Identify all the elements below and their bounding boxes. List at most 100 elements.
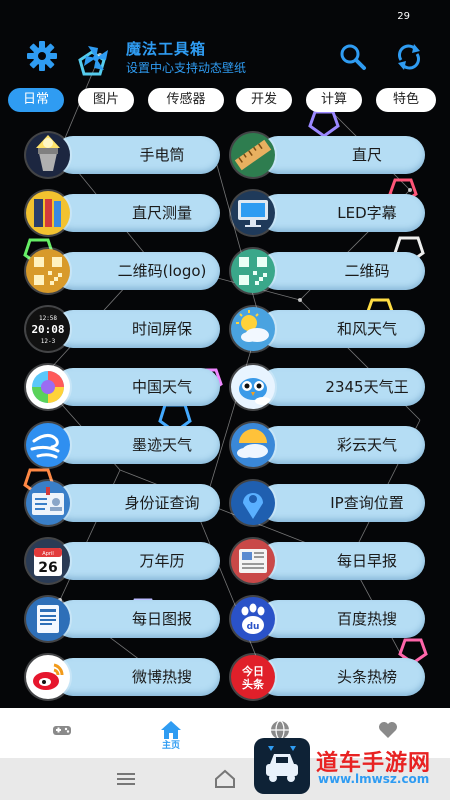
flashlight-icon: [26, 133, 70, 177]
tool-label: LED字幕: [337, 204, 397, 222]
tool-label: 头条热榜: [336, 668, 397, 686]
tool-qrcode[interactable]: 二维码: [231, 249, 427, 293]
cloud-sun-icon: [231, 423, 275, 467]
gear-icon: [27, 41, 57, 71]
tool-pill: 每日早报: [259, 542, 425, 580]
tool-label: 中国天气: [131, 378, 192, 396]
tool-label: 时间屏保: [131, 320, 192, 338]
tool-label: 直尺测量: [131, 204, 192, 222]
tool-label: 微博热搜: [131, 668, 192, 686]
gamepad-icon: [53, 726, 71, 735]
app-title: 魔法工具箱: [126, 40, 207, 58]
tool-china-weather[interactable]: 中国天气: [26, 365, 222, 409]
tool-label: 百度热搜: [336, 610, 397, 628]
heart-icon: [379, 722, 397, 738]
tool-weibo-hot-search[interactable]: 微博热搜: [26, 655, 222, 699]
tab-featured[interactable]: 特色: [376, 88, 436, 112]
tool-label: 二维码: [344, 262, 390, 280]
tool-time-screensaver[interactable]: 时间屏保 12:58 20:08 12-3: [26, 307, 222, 351]
tool-pill: IP查询位置: [259, 484, 425, 522]
tool-caiyun-weather[interactable]: 彩云天气: [231, 423, 427, 467]
tab-calculate[interactable]: 计算: [306, 88, 362, 112]
toutiao-line1-text: 今日: [241, 664, 264, 678]
tab-daily[interactable]: 日常: [8, 88, 64, 112]
tool-pill: 二维码: [259, 252, 425, 290]
category-tabs: 日常 图片 传感器 开发 计算 特色: [8, 88, 450, 114]
toutiao-line2-text: 头条: [242, 677, 265, 691]
tool-pill: 微博热搜: [54, 658, 220, 696]
tool-pill: 和风天气: [259, 310, 425, 348]
tool-perpetual-calendar[interactable]: 万年历 April 26: [26, 539, 222, 583]
tool-hefeng-weather[interactable]: 和风天气: [231, 307, 427, 351]
fan-button[interactable]: [78, 40, 114, 76]
calendar-icon: April 26: [26, 539, 70, 583]
refresh-button[interactable]: [392, 40, 426, 74]
tool-label: 和风天气: [336, 320, 397, 338]
tool-led-subtitle[interactable]: LED字幕: [231, 191, 427, 235]
id-card-icon: [26, 481, 70, 525]
tool-flashlight[interactable]: 手电筒: [26, 133, 222, 177]
tool-label: 直尺: [351, 146, 382, 164]
calendar-day-text: 26: [38, 560, 57, 576]
tool-ruler[interactable]: 直尺: [231, 133, 427, 177]
tool-label: 身份证查询: [124, 494, 200, 512]
tool-pill: 每日图报: [54, 600, 220, 638]
tool-baidu-hot-search[interactable]: 百度热搜 du: [231, 597, 427, 641]
clock-top-text: 12:58: [39, 315, 57, 322]
tool-daily-morning-news[interactable]: 每日早报: [231, 539, 427, 583]
refresh-icon: [398, 44, 420, 70]
tool-daily-picture-news[interactable]: 每日图报: [26, 597, 222, 641]
settings-button[interactable]: [24, 38, 60, 74]
home-system-button[interactable]: [212, 766, 238, 792]
tool-pill: 直尺测量: [54, 194, 220, 232]
tool-id-card[interactable]: 身份证查询: [26, 481, 222, 525]
weibo-icon: [26, 655, 70, 699]
tool-pill: 2345天气王: [259, 368, 425, 406]
tool-pill: 墨迹天气: [54, 426, 220, 464]
tab-develop[interactable]: 开发: [236, 88, 292, 112]
status-bar: 29: [0, 0, 450, 32]
tool-toutiao-hot-list[interactable]: 头条热榜 今日 头条: [231, 655, 427, 699]
tool-2345-weather[interactable]: 2345天气王: [231, 365, 427, 409]
tab-images[interactable]: 图片: [78, 88, 134, 112]
tool-label: 墨迹天气: [131, 436, 192, 454]
menu-button[interactable]: [113, 766, 139, 792]
app-subtitle: 设置中心支持动态壁纸: [126, 61, 247, 75]
search-button[interactable]: [336, 40, 370, 74]
nav-games[interactable]: [32, 708, 92, 758]
tool-label: 彩云天气: [336, 436, 397, 454]
car-icon: [266, 746, 298, 782]
app-header: 魔法工具箱 设置中心支持动态壁纸: [0, 34, 450, 80]
bird-weather-icon: [231, 365, 275, 409]
toutiao-icon: 今日 头条: [231, 655, 275, 699]
nav-home-label: 主页: [161, 741, 180, 751]
tool-label: 二维码(logo): [117, 262, 207, 280]
ruler-icon: [231, 133, 275, 177]
tool-pill: 彩云天气: [259, 426, 425, 464]
tool-pill: 时间屏保: [54, 310, 220, 348]
wind-swirl-icon: [26, 423, 70, 467]
ruler-measure-icon: [26, 191, 70, 235]
menu-icon: [117, 773, 135, 785]
tool-pill: 直尺: [259, 136, 425, 174]
tool-pill: 身份证查询: [54, 484, 220, 522]
tool-pill: 万年历: [54, 542, 220, 580]
tool-ruler-measure[interactable]: 直尺测量: [26, 191, 222, 235]
qrcode-logo-icon: [26, 249, 70, 293]
search-icon: [340, 44, 366, 70]
tool-pill: 中国天气: [54, 368, 220, 406]
tool-pill: LED字幕: [259, 194, 425, 232]
tool-moji-weather[interactable]: 墨迹天气: [26, 423, 222, 467]
tool-label: 每日早报: [336, 552, 397, 570]
nav-home[interactable]: 主页: [141, 708, 201, 758]
tab-sensors[interactable]: 传感器: [148, 88, 224, 112]
location-pin-icon: [231, 481, 275, 525]
tool-ip-location[interactable]: IP查询位置: [231, 481, 427, 525]
tool-pill: 二维码(logo): [54, 252, 220, 290]
watermark-url: www.lmwsz.com: [318, 772, 430, 786]
tool-qrcode-logo[interactable]: 二维码(logo): [26, 249, 222, 293]
tool-pill: 头条热榜: [259, 658, 425, 696]
baidu-paw-icon: du: [231, 597, 275, 641]
tool-label: 每日图报: [131, 610, 192, 628]
watermark-logo: [254, 738, 310, 794]
